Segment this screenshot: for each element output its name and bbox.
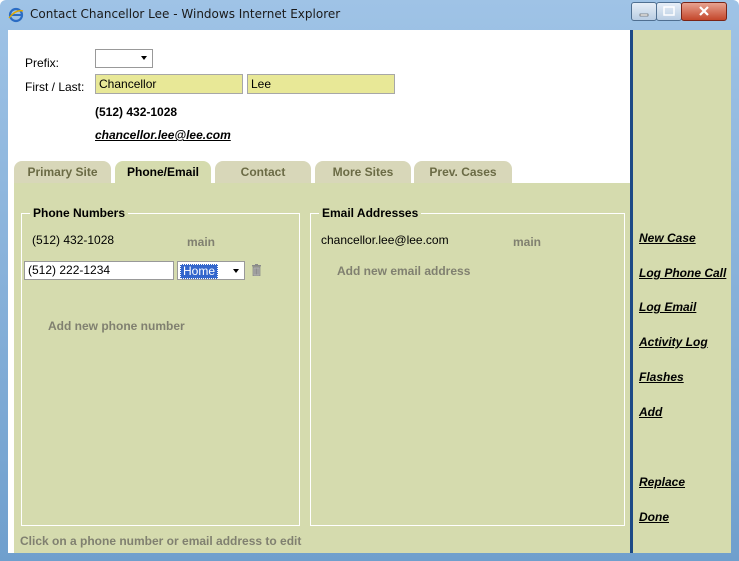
tab-prev-cases[interactable]: Prev. Cases <box>414 161 512 183</box>
window-title: Contact Chancellor Lee - Windows Interne… <box>30 7 341 21</box>
tab-phone-email[interactable]: Phone/Email <box>115 161 211 183</box>
maximize-button[interactable] <box>656 2 682 21</box>
phone-type-selected-value: Home <box>180 264 219 279</box>
email-addresses-fieldset: Email Addresses <box>310 206 625 526</box>
chevron-down-icon <box>141 56 147 60</box>
actions-sidebar: New Case Log Phone Call Log Email Activi… <box>630 30 731 553</box>
add-link[interactable]: Add <box>639 405 662 419</box>
trash-icon[interactable] <box>252 264 261 276</box>
prefix-select[interactable] <box>95 49 153 68</box>
chevron-down-icon <box>233 269 239 273</box>
main-email-link[interactable]: chancellor.lee@lee.com <box>95 128 231 142</box>
new-case-link[interactable]: New Case <box>639 231 696 245</box>
minimize-button[interactable] <box>631 2 657 21</box>
log-phone-call-link[interactable]: Log Phone Call <box>639 266 726 280</box>
replace-link[interactable]: Replace <box>639 475 685 489</box>
activity-log-link[interactable]: Activity Log <box>639 335 708 349</box>
browser-window: Contact Chancellor Lee - Windows Interne… <box>0 0 739 561</box>
log-email-link[interactable]: Log Email <box>639 300 696 314</box>
phone-type-select[interactable]: Home <box>177 261 245 280</box>
phone-edit-input[interactable]: (512) 222-1234 <box>24 261 174 280</box>
first-name-field[interactable]: Chancellor <box>95 74 243 94</box>
maximize-icon <box>663 6 675 16</box>
tab-more-sites[interactable]: More Sites <box>315 161 411 183</box>
close-button[interactable] <box>681 2 727 21</box>
first-last-label: First / Last: <box>25 80 85 94</box>
close-icon <box>699 6 709 16</box>
contact-form: Prefix: First / Last: Chancellor Lee (51… <box>8 30 630 553</box>
email-entry-address[interactable]: chancellor.lee@lee.com <box>321 233 449 247</box>
add-email-link[interactable]: Add new email address <box>337 264 470 278</box>
footer-hint: Click on a phone number or email address… <box>20 534 302 548</box>
phone-entry-number[interactable]: (512) 432-1028 <box>32 233 114 247</box>
dialog-client-area: Prefix: First / Last: Chancellor Lee (51… <box>8 30 731 553</box>
phone-entry-type: main <box>187 235 216 249</box>
phone-email-panel: Phone Numbers (512) 432-1028 main (512) … <box>14 183 630 553</box>
prefix-label: Prefix: <box>25 56 60 70</box>
title-bar[interactable]: Contact Chancellor Lee - Windows Interne… <box>0 0 739 30</box>
phone-numbers-fieldset: Phone Numbers <box>21 206 300 526</box>
email-entry-type: main <box>513 235 542 249</box>
main-phone-display: (512) 432-1028 <box>95 105 178 119</box>
add-phone-link[interactable]: Add new phone number <box>48 319 185 333</box>
last-name-field[interactable]: Lee <box>247 74 395 94</box>
done-link[interactable]: Done <box>639 510 669 524</box>
internet-explorer-icon <box>8 7 24 23</box>
tab-primary-site[interactable]: Primary Site <box>14 161 111 183</box>
flashes-link[interactable]: Flashes <box>639 370 684 384</box>
email-addresses-title: Email Addresses <box>319 206 422 220</box>
minimize-icon <box>639 13 649 17</box>
tab-contact[interactable]: Contact <box>215 161 311 183</box>
phone-numbers-title: Phone Numbers <box>30 206 129 220</box>
